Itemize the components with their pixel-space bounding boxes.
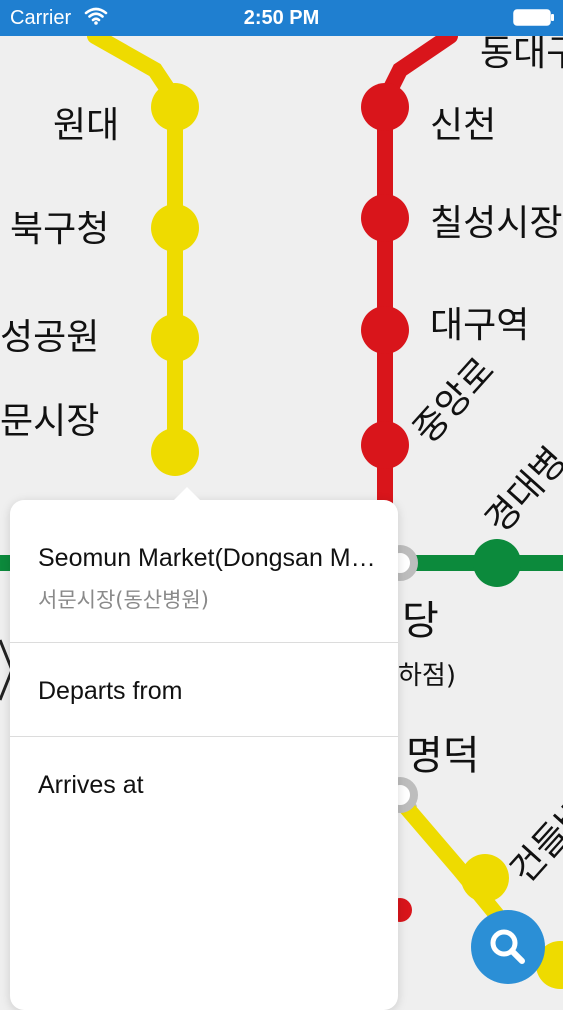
station-popover: Seomun Market(Dongsan Medical Center) 서문… <box>10 487 398 1010</box>
departs-from-option[interactable]: Departs from <box>10 643 398 736</box>
popover-arrow <box>173 487 201 501</box>
station-wondae-dot <box>151 83 199 131</box>
station-label-sincheon[interactable]: 신천 <box>430 108 496 144</box>
station-label-chilseong[interactable]: 칠성시장 <box>430 206 562 242</box>
station-label-banwoldang[interactable]: 당 <box>402 601 439 641</box>
station-geondeulbawi-dot <box>461 854 509 902</box>
station-label-wondae[interactable]: 원대 <box>53 108 119 144</box>
departs-from-label: Departs from <box>38 677 183 705</box>
status-bar: Carrier 2:50 PM <box>0 0 563 36</box>
search-button[interactable] <box>471 910 545 984</box>
battery-icon <box>513 9 555 26</box>
popover-station-name-korean: 서문시장(동산병원) <box>38 588 209 612</box>
search-icon <box>471 910 545 988</box>
station-jungangno-dot <box>361 421 409 469</box>
station-label-dongdaegu[interactable]: 동대구 <box>480 36 563 72</box>
station-label-dalseong-park[interactable]: 성공원 <box>0 320 99 356</box>
station-label-daegu[interactable]: 대구역 <box>430 308 529 344</box>
popover-station-name: Seomun Market(Dongsan Medical Center) <box>38 544 378 572</box>
station-kyungpook-dot <box>473 539 521 587</box>
station-label-seomun-market[interactable]: 문시장 <box>0 404 99 440</box>
arrives-at-option[interactable]: Arrives at <box>10 737 398 830</box>
station-daegu-dot <box>361 306 409 354</box>
station-label-banwoldang-sub: 하점) <box>398 661 456 691</box>
station-label-myeongdeok[interactable]: 명덕 <box>406 736 480 776</box>
arrives-at-label: Arrives at <box>38 771 144 799</box>
station-seomun-market-dot <box>151 428 199 476</box>
status-time: 2:50 PM <box>243 7 320 29</box>
station-chilseong-dot <box>361 194 409 242</box>
station-bukgucheong-dot <box>151 204 199 252</box>
station-sincheon-dot <box>361 83 409 131</box>
station-dalseong-park-dot <box>151 314 199 362</box>
station-label-bukgucheong[interactable]: 북구청 <box>10 212 109 248</box>
